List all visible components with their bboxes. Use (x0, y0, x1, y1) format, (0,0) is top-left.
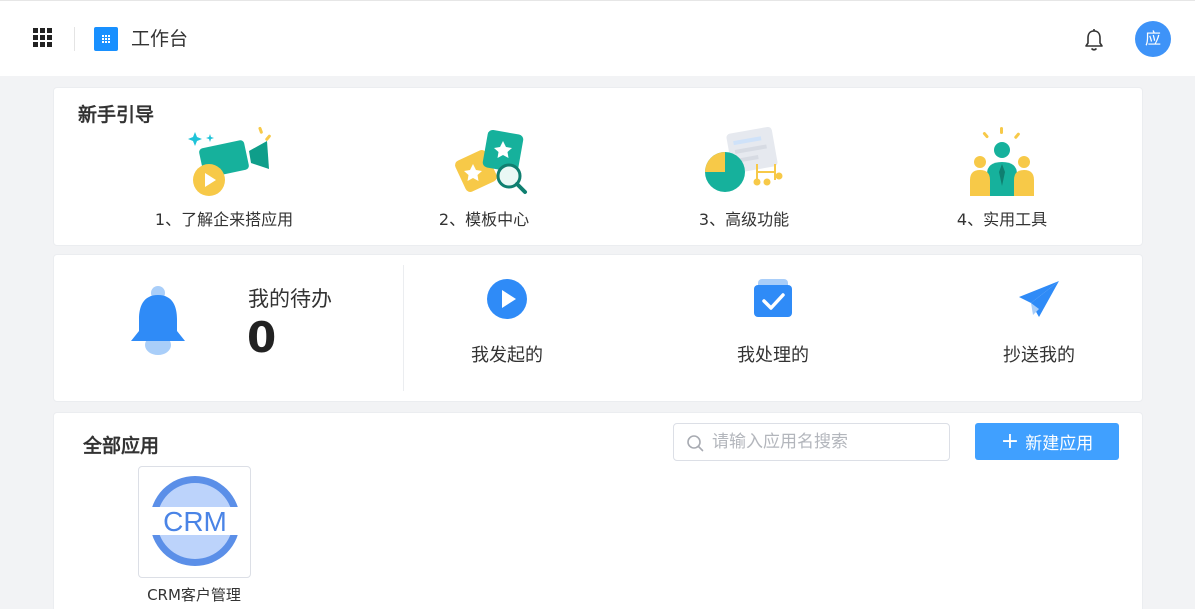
guide-item-label: 1、了解企来搭应用 (154, 210, 294, 229)
todo-title: 我的待办 (248, 287, 332, 311)
guide-item-templates[interactable]: 2、模板中心 (384, 124, 584, 230)
todo-count: 0 (247, 313, 277, 362)
workspace-logo-icon (94, 27, 118, 51)
todo-card: 我的待办 0 我发起的 我处理的 抄送我的 (53, 254, 1143, 402)
crm-app-logo: CRM (147, 476, 243, 566)
todo-bell-icon (131, 286, 185, 355)
beginner-guide-card: 新手引导 1、了解企来搭应用 2、模板中心 3、高级功能 4、实用工具 (53, 87, 1143, 246)
paper-plane-icon (1019, 281, 1059, 317)
app-name-label: CRM客户管理 (147, 586, 241, 604)
template-cards-illustration (455, 129, 527, 194)
app-search-box[interactable] (673, 423, 950, 461)
guide-item-learn[interactable]: 1、了解企来搭应用 (124, 124, 324, 230)
guide-item-label: 3、高级功能 (698, 210, 790, 229)
action-label: 我发起的 (471, 345, 543, 366)
team-people-illustration (970, 127, 1034, 196)
chart-flow-illustration (705, 126, 783, 192)
video-camera-illustration (188, 126, 271, 196)
initiated-by-me-button[interactable]: 我发起的 (432, 277, 582, 367)
user-avatar[interactable]: 应 (1135, 21, 1171, 57)
guide-item-label: 4、实用工具 (956, 210, 1048, 229)
new-app-button[interactable]: + 新建应用 (975, 423, 1119, 460)
search-input[interactable] (712, 430, 942, 454)
guide-item-tools[interactable]: 4、实用工具 (902, 124, 1102, 230)
all-apps-card: 全部应用 + 新建应用 CRM CRM客户管理 (53, 412, 1143, 609)
new-app-button-label: 新建应用 (1025, 434, 1094, 454)
play-circle-icon (487, 279, 527, 319)
cc-to-me-button[interactable]: 抄送我的 (964, 277, 1114, 367)
checked-box-icon (754, 279, 792, 317)
top-navigation-bar: 工作台 应 (0, 0, 1195, 76)
action-label: 抄送我的 (1003, 345, 1075, 366)
guide-item-label: 2、模板中心 (438, 210, 530, 229)
divider (403, 265, 404, 391)
crm-logo-text: CRM (163, 506, 227, 537)
plus-icon: + (1000, 428, 1020, 454)
apps-section-title: 全部应用 (83, 435, 160, 457)
action-label: 我处理的 (737, 345, 809, 366)
divider (74, 27, 75, 51)
handled-by-me-button[interactable]: 我处理的 (698, 277, 848, 367)
search-icon (687, 435, 704, 452)
notification-bell-icon[interactable] (1083, 28, 1105, 52)
app-tile-crm[interactable]: CRM (138, 466, 251, 578)
page-title: 工作台 (131, 28, 189, 50)
apps-grid-icon[interactable] (33, 28, 52, 47)
guide-section-title: 新手引导 (78, 104, 155, 126)
guide-item-advanced[interactable]: 3、高级功能 (644, 124, 844, 230)
